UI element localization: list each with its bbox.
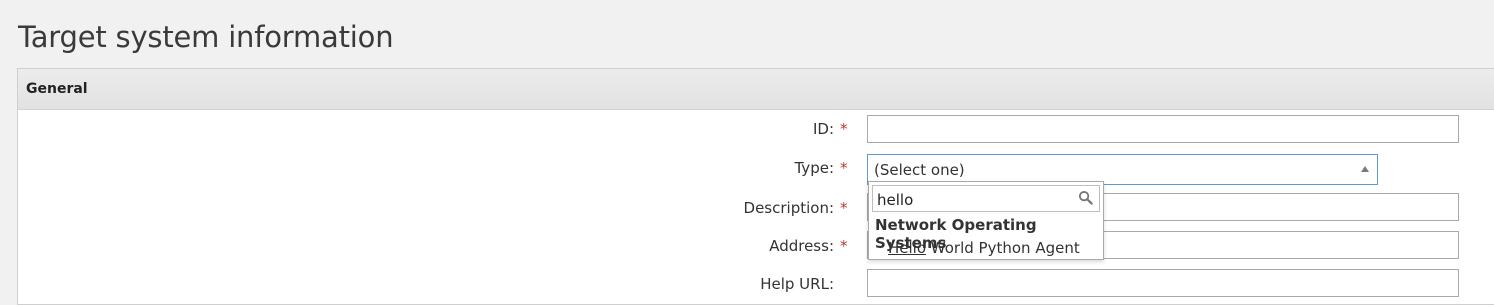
description-required-mark: *	[840, 199, 848, 217]
address-required-mark: *	[840, 237, 848, 255]
type-select-value: (Select one)	[874, 161, 965, 179]
help-url-label: Help URL:	[760, 275, 834, 293]
type-label: Type:	[794, 159, 834, 177]
address-label: Address:	[769, 237, 834, 255]
chevron-up-icon	[1361, 166, 1369, 172]
dropdown-option[interactable]: Hello World Python Agent	[888, 239, 1080, 257]
id-field[interactable]	[867, 115, 1459, 143]
type-required-mark: *	[840, 159, 848, 177]
id-label: ID:	[812, 120, 834, 138]
dropdown-option-match: Hello	[888, 239, 927, 257]
help-url-field[interactable]	[867, 269, 1459, 297]
id-required-mark: *	[840, 120, 848, 138]
dropdown-search-input[interactable]: hello	[872, 185, 1100, 212]
panel-header: General	[18, 69, 1494, 110]
dropdown-search-value: hello	[877, 191, 914, 209]
dropdown-option-rest: World Python Agent	[926, 239, 1080, 257]
type-dropdown: hello Network Operating Systems Hello Wo…	[868, 181, 1104, 260]
page-title: Target system information	[18, 20, 394, 54]
search-icon	[1078, 190, 1093, 205]
description-label: Description:	[743, 199, 834, 217]
